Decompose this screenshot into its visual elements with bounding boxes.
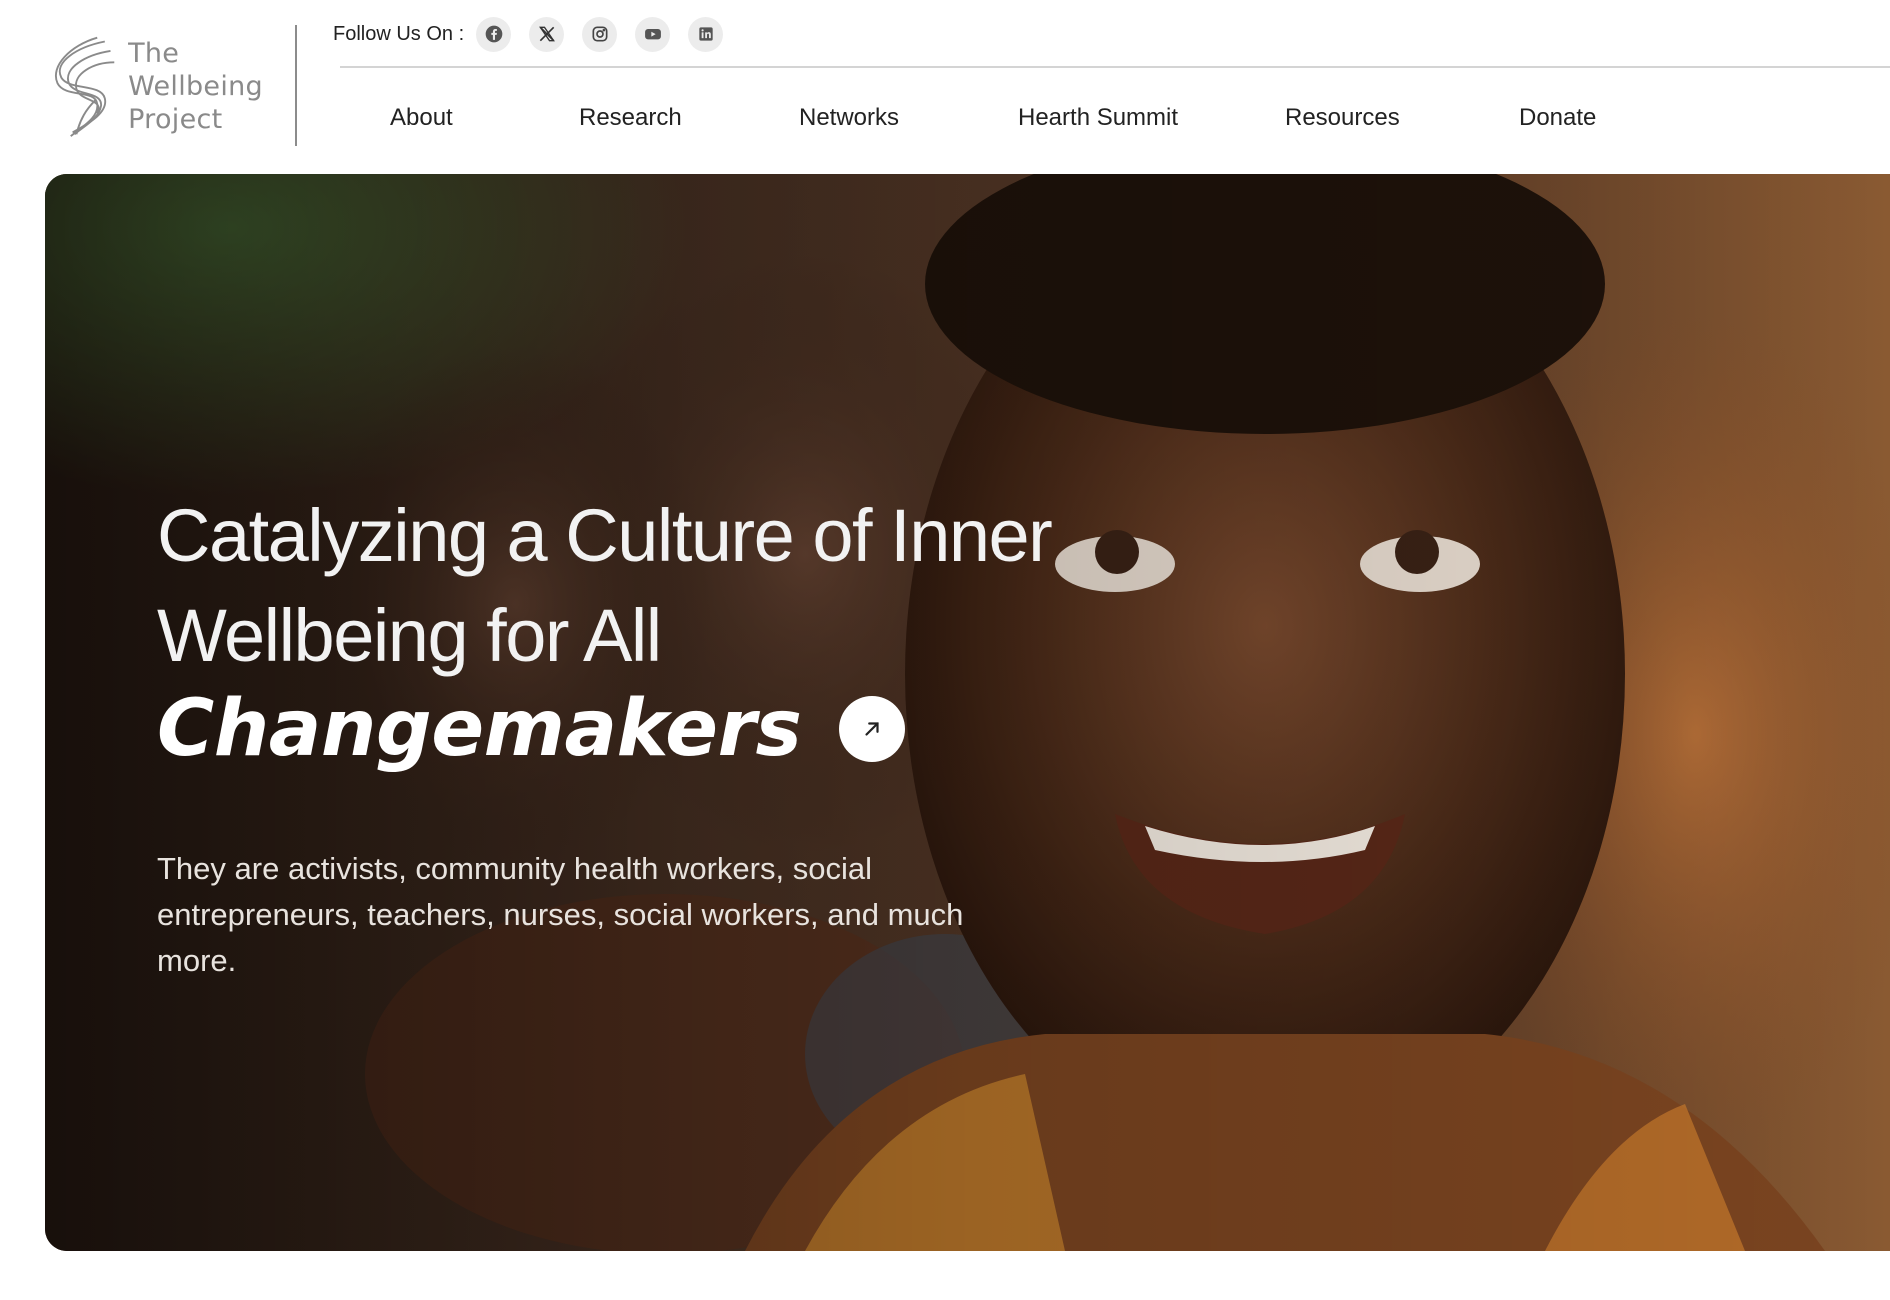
youtube-link[interactable]: [635, 16, 671, 52]
arrow-up-right-icon: [865, 722, 880, 736]
hero-subtext: They are activists, community health wor…: [157, 851, 964, 978]
nav-item-about[interactable]: About: [390, 96, 453, 140]
hero-section: Catalyzing a Culture of Inner Wellbeing …: [45, 174, 1890, 1251]
x-icon: [538, 26, 555, 42]
hero-heading-line-1: Catalyzing a Culture of Inner: [157, 494, 1053, 577]
hero-heading: Catalyzing a Culture of Inner Wellbeing …: [157, 486, 1053, 686]
facebook-icon: [485, 25, 502, 43]
hero-heading-strong: Changemakers: [157, 684, 802, 774]
nav-item-networks[interactable]: Networks: [799, 96, 899, 140]
nav-item-resources[interactable]: Resources: [1285, 96, 1400, 140]
follow-us-label: Follow Us On :: [333, 22, 465, 45]
facebook-link[interactable]: [476, 16, 512, 52]
hero-heading-line-2: Wellbeing for All: [157, 594, 662, 677]
main-nav: About Research Networks Hearth Summit Re…: [0, 96, 1890, 140]
header-horizontal-divider: [340, 66, 1890, 68]
hero-strong-row: Changemakers: [157, 679, 906, 779]
instagram-icon: [592, 26, 608, 42]
nav-item-research[interactable]: Research: [579, 96, 682, 140]
linkedin-icon: [698, 27, 713, 41]
x-link[interactable]: [529, 16, 565, 52]
logo-line-1: The: [128, 37, 180, 69]
nav-item-hearth-summit[interactable]: Hearth Summit: [1018, 96, 1178, 140]
youtube-icon: [644, 29, 661, 40]
social-bar: Follow Us On :: [333, 16, 741, 52]
instagram-link[interactable]: [582, 16, 618, 52]
nav-item-donate[interactable]: Donate: [1519, 96, 1596, 140]
linkedin-link[interactable]: [688, 16, 724, 52]
hero-arrow-button[interactable]: [839, 696, 906, 762]
